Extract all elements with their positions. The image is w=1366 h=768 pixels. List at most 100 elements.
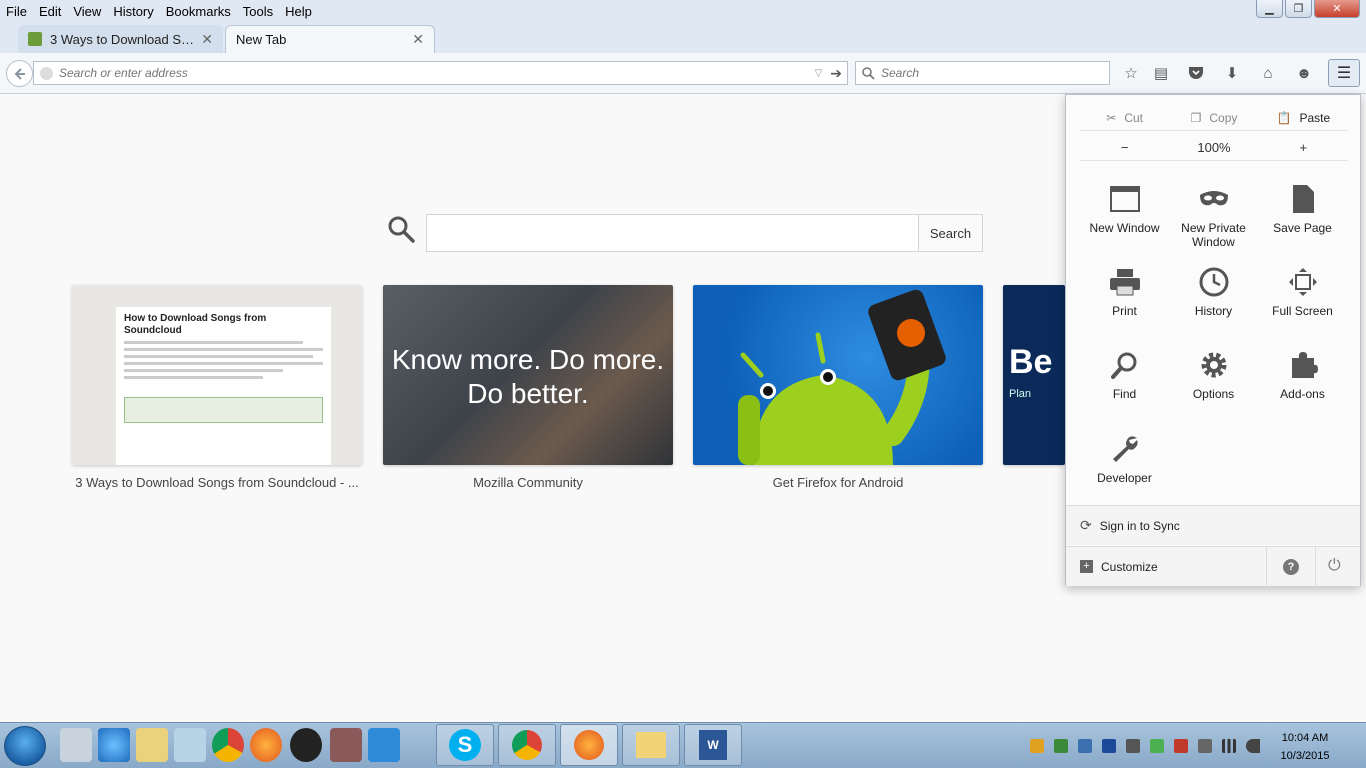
firefox-taskbar-button[interactable] [560, 724, 618, 766]
options-button[interactable]: Options [1169, 349, 1258, 401]
menu-help[interactable]: Help [279, 4, 318, 19]
paste-button[interactable]: 📋 Paste [1259, 105, 1348, 130]
tab-new-tab[interactable]: New Tab ✕ [225, 25, 435, 53]
search-bar[interactable] [855, 61, 1110, 85]
skype-taskbar-button[interactable]: S [436, 724, 494, 766]
find-button[interactable]: Find [1080, 349, 1169, 401]
sign-in-to-sync-button[interactable]: ⟳ Sign in to Sync [1066, 505, 1360, 545]
top-site-tile[interactable]: How to Download Songs from Soundcloud [72, 285, 362, 465]
tray-app-icon[interactable] [1030, 739, 1044, 753]
word-taskbar-button[interactable]: W [684, 724, 742, 766]
power-icon[interactable]: ⏻ [1328, 557, 1341, 575]
bluetooth-icon[interactable] [1102, 739, 1116, 753]
cut-button[interactable]: ✂ Cut [1080, 105, 1169, 130]
menu-tools[interactable]: Tools [237, 4, 279, 19]
zoom-in-button[interactable]: + [1259, 135, 1348, 160]
top-site-tile[interactable]: Know more. Do more. Do better. [383, 285, 673, 465]
tab-close-icon[interactable]: ✕ [201, 31, 213, 48]
item-label: Options [1192, 387, 1235, 401]
addons-button[interactable]: Add-ons [1258, 349, 1347, 401]
newtab-search-button[interactable]: Search [918, 215, 982, 251]
item-label: Print [1112, 304, 1137, 318]
address-input[interactable] [59, 66, 815, 80]
gear-icon [1198, 349, 1230, 381]
minimize-button[interactable]: ▁ [1256, 0, 1283, 18]
customize-button[interactable]: Customize [1101, 560, 1158, 574]
item-label: Find [1112, 387, 1137, 401]
save-page-button[interactable]: Save Page [1258, 183, 1347, 235]
open-menu-button[interactable]: ☰ [1328, 59, 1360, 87]
system-clock[interactable]: 10:04 AM 10/3/2015 [1270, 729, 1340, 765]
url-bar[interactable]: ▽ ➔ [33, 61, 848, 85]
tile-title[interactable]: 3 Ways to Download Songs from Soundcloud… [72, 475, 362, 490]
top-site-tile[interactable]: Be Plan [1003, 285, 1065, 465]
page-icon [1287, 183, 1319, 215]
tab-soundcloud-article[interactable]: 3 Ways to Download Songs... ✕ [18, 25, 223, 53]
tray-device-icon[interactable] [1126, 739, 1140, 753]
notes-icon[interactable] [174, 728, 206, 762]
tab-close-icon[interactable]: ✕ [412, 31, 424, 48]
top-site-tile[interactable] [693, 285, 983, 465]
video-app-icon[interactable] [330, 728, 362, 762]
search-icon [388, 216, 415, 243]
app-icon[interactable] [290, 728, 322, 762]
print-button[interactable]: Print [1080, 266, 1169, 318]
search-input[interactable] [881, 66, 1109, 80]
tray-check-icon[interactable] [1150, 739, 1164, 753]
clipboard-icon: 📋 [1276, 110, 1292, 125]
hello-chat-icon[interactable]: ☻ [1293, 63, 1315, 83]
bookmark-star-icon[interactable]: ☆ [1120, 63, 1142, 83]
start-button[interactable] [4, 726, 46, 766]
network-signal-icon[interactable] [1222, 739, 1236, 753]
tile-thumbnail: How to Download Songs from Soundcloud [116, 307, 331, 465]
zoom-reset-button[interactable]: 100% [1169, 135, 1258, 160]
tab-strip: 3 Ways to Download Songs... ✕ New Tab ✕ … [0, 22, 1366, 71]
chrome-icon[interactable] [212, 728, 244, 762]
tray-shield-icon[interactable] [1054, 739, 1068, 753]
tray-usb-icon[interactable] [1198, 739, 1212, 753]
explorer-taskbar-button[interactable] [622, 724, 680, 766]
internet-explorer-icon[interactable] [98, 728, 130, 762]
copy-button[interactable]: ❐ Copy [1169, 105, 1258, 130]
newtab-search-field[interactable]: Search [426, 214, 983, 252]
help-icon[interactable]: ? [1283, 559, 1299, 575]
paste-label: Paste [1299, 110, 1331, 125]
restore-button[interactable]: ❐ [1285, 0, 1312, 18]
arrow-left-icon [14, 67, 25, 80]
back-button[interactable] [6, 60, 33, 87]
tile-title[interactable]: Mozilla Community [383, 475, 673, 490]
item-label: Developer [1097, 471, 1152, 485]
menu-file[interactable]: File [0, 4, 33, 19]
globe-icon [40, 66, 53, 80]
go-arrow-icon[interactable]: ➔ [830, 65, 842, 82]
history-button[interactable]: History [1169, 266, 1258, 318]
clock-date: 10/3/2015 [1280, 750, 1330, 762]
tile-title[interactable]: Get Firefox for Android [693, 475, 983, 490]
new-private-window-button[interactable]: New Private Window [1169, 183, 1258, 249]
new-window-button[interactable]: New Window [1080, 183, 1169, 235]
zoom-out-button[interactable]: − [1080, 135, 1169, 160]
chrome-taskbar-button[interactable] [498, 724, 556, 766]
item-label: History [1194, 304, 1233, 318]
pocket-icon[interactable] [1185, 63, 1207, 83]
home-icon[interactable]: ⌂ [1257, 63, 1279, 83]
v-app-icon[interactable] [368, 728, 400, 762]
developer-button[interactable]: Developer [1080, 433, 1169, 485]
full-screen-button[interactable]: Full Screen [1258, 266, 1347, 318]
downloads-icon[interactable]: ⬇ [1221, 63, 1243, 83]
volume-icon[interactable] [1246, 739, 1260, 753]
menu-bookmarks[interactable]: Bookmarks [160, 4, 237, 19]
dropdown-arrow-icon[interactable]: ▽ [815, 68, 823, 79]
tray-flag-icon[interactable] [1174, 739, 1188, 753]
menu-edit[interactable]: Edit [33, 4, 67, 19]
close-window-button[interactable]: ✕ [1314, 0, 1360, 18]
mail-icon[interactable] [136, 728, 168, 762]
windows-taskbar: S W 10:04 AM 10/3/2015 [0, 722, 1366, 768]
tray-app-icon[interactable] [1078, 739, 1092, 753]
calculator-icon[interactable] [60, 728, 92, 762]
menu-view[interactable]: View [67, 4, 107, 19]
divider [1315, 547, 1316, 587]
bookmarks-menu-icon[interactable]: ▤ [1150, 63, 1172, 83]
menu-history[interactable]: History [107, 4, 159, 19]
firefox-icon[interactable] [250, 728, 282, 762]
